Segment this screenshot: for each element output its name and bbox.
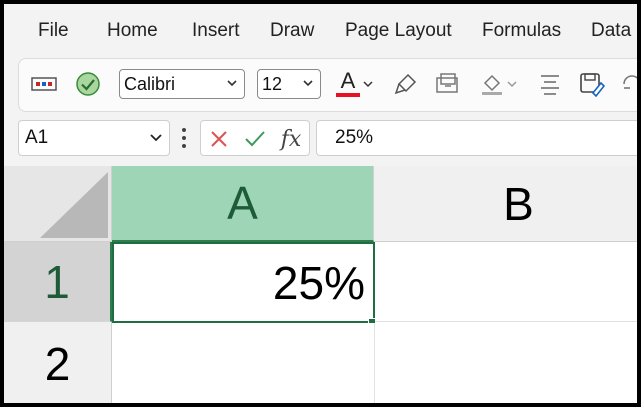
formula-input[interactable]: 25% bbox=[316, 120, 637, 156]
font-name-select[interactable]: Calibri bbox=[119, 69, 245, 99]
number-format-icon[interactable] bbox=[29, 69, 59, 99]
cell-a2[interactable] bbox=[112, 323, 375, 403]
chevron-down-icon[interactable] bbox=[505, 69, 519, 99]
row-header-2[interactable]: 2 bbox=[4, 322, 112, 403]
chevron-down-icon bbox=[149, 121, 163, 167]
chevron-down-icon bbox=[302, 70, 314, 106]
chevron-down-icon[interactable] bbox=[361, 69, 375, 99]
menu-bar: File Home Insert Draw Page Layout Formul… bbox=[4, 4, 637, 58]
font-color-letter: A bbox=[340, 68, 356, 93]
menu-insert[interactable]: Insert bbox=[192, 20, 240, 42]
column-header-label: A bbox=[227, 177, 258, 229]
select-all-corner[interactable] bbox=[4, 166, 112, 242]
menu-page-layout[interactable]: Page Layout bbox=[345, 20, 452, 42]
save-edit-icon[interactable] bbox=[577, 69, 607, 99]
fill-color-icon[interactable] bbox=[477, 69, 507, 99]
insert-function-icon[interactable]: fx bbox=[277, 125, 305, 153]
confirm-icon[interactable] bbox=[241, 125, 269, 153]
more-tools-icon[interactable] bbox=[617, 69, 637, 99]
font-size-value: 12 bbox=[262, 74, 283, 94]
column-header-a[interactable]: A bbox=[112, 166, 374, 242]
column-header-label: B bbox=[503, 177, 534, 230]
fx-label: fx bbox=[280, 126, 302, 152]
font-size-select[interactable]: 12 bbox=[257, 69, 321, 99]
excel-window: File Home Insert Draw Page Layout Formul… bbox=[4, 4, 637, 403]
font-color-button[interactable]: A bbox=[335, 69, 361, 99]
menu-data[interactable]: Data bbox=[591, 20, 631, 42]
align-center-icon[interactable] bbox=[535, 69, 565, 99]
formula-bar: A1 fx 25% bbox=[4, 116, 637, 160]
cancel-icon[interactable] bbox=[205, 125, 233, 153]
cell-b1[interactable] bbox=[375, 242, 637, 322]
formula-actions: fx bbox=[200, 120, 310, 156]
column-header-b[interactable]: B bbox=[374, 166, 637, 242]
ribbon-toolbar: Calibri 12 A bbox=[18, 58, 637, 112]
row-header-1[interactable]: 1 bbox=[4, 242, 112, 322]
cell-b2[interactable] bbox=[375, 322, 637, 403]
menu-home[interactable]: Home bbox=[107, 20, 158, 42]
spreadsheet-grid: A B 1 2 25% bbox=[4, 166, 637, 403]
menu-formulas[interactable]: Formulas bbox=[482, 20, 561, 42]
font-color-swatch bbox=[336, 93, 360, 97]
check-circle-icon[interactable] bbox=[73, 69, 103, 99]
chevron-down-icon bbox=[226, 70, 238, 106]
menu-file[interactable]: File bbox=[38, 20, 69, 42]
font-name-value: Calibri bbox=[124, 74, 176, 94]
merge-cells-icon[interactable] bbox=[433, 69, 463, 99]
formula-value: 25% bbox=[335, 127, 374, 148]
format-painter-icon[interactable] bbox=[391, 69, 421, 99]
name-box[interactable]: A1 bbox=[18, 120, 170, 156]
more-options-icon[interactable] bbox=[180, 126, 188, 150]
row-header-label: 2 bbox=[44, 337, 71, 390]
menu-draw[interactable]: Draw bbox=[270, 20, 314, 42]
name-box-value: A1 bbox=[25, 127, 49, 148]
row-header-label: 1 bbox=[44, 255, 70, 308]
cell-a1[interactable]: 25% bbox=[112, 242, 375, 323]
